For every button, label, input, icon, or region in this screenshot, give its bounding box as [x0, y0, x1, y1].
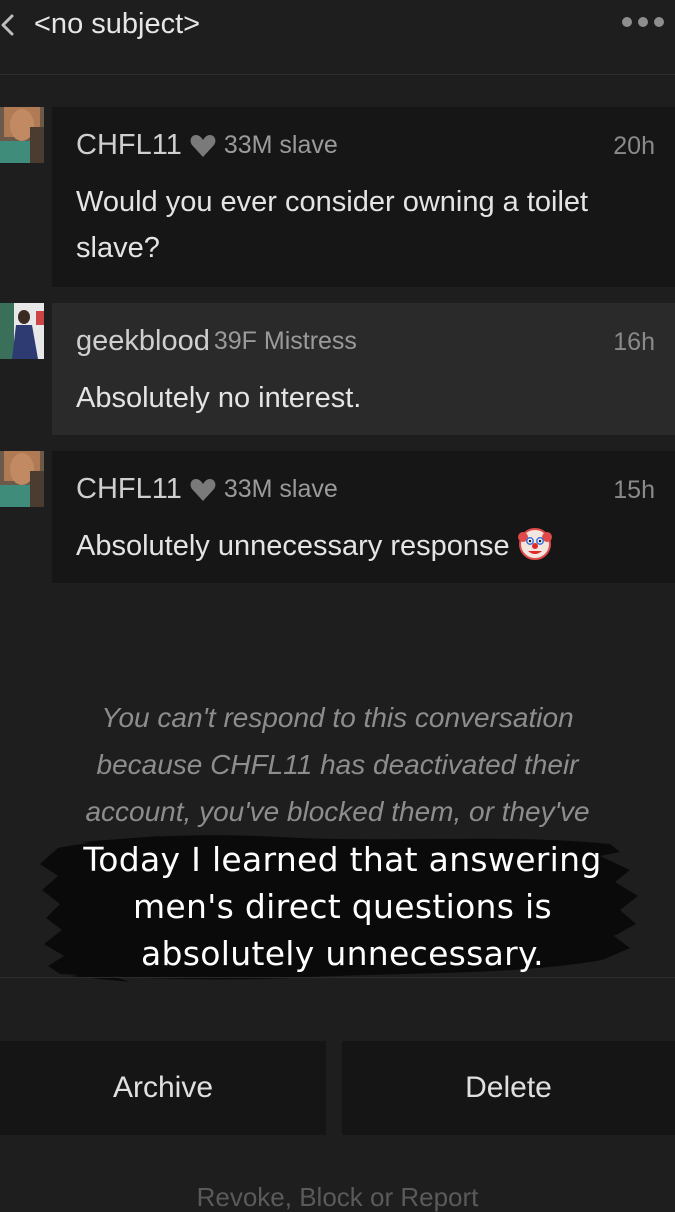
sender-avatar[interactable]: [0, 303, 44, 359]
message-text-content: Absolutely unnecessary response: [76, 530, 510, 562]
sender-username[interactable]: CHFL11: [76, 473, 182, 505]
overlay-caption: Today I learned that answering men's dir…: [40, 836, 645, 977]
revoke-block-report-link[interactable]: Revoke, Block or Report: [0, 1182, 675, 1212]
sender-username[interactable]: geekblood: [76, 325, 210, 357]
notice-line: You can't respond to this conversation: [101, 702, 574, 733]
sender-description: 33M slave: [223, 131, 338, 159]
message-meta: CHFL11 33M slave 20h: [76, 129, 655, 163]
caption-line: absolutely unnecessary.: [141, 934, 544, 973]
message-text: Absolutely unnecessary response: [76, 523, 655, 569]
delete-button[interactable]: Delete: [342, 1041, 675, 1135]
sender-avatar[interactable]: [0, 451, 44, 507]
conversation-header: <no subject>: [0, 0, 675, 75]
message-meta: geekblood 39F Mistress 16h: [76, 325, 655, 359]
sender-description: 39F Mistress: [213, 327, 357, 355]
caption-line: men's direct questions is: [132, 887, 553, 926]
message-card[interactable]: geekblood 39F Mistress 16h Absolutely no …: [52, 303, 675, 435]
message-card[interactable]: CHFL11 33M slave 20h Would you ever cons…: [52, 107, 675, 287]
sender-avatar[interactable]: [0, 107, 44, 163]
heart-shield-icon: [190, 478, 216, 501]
message-time: 15h: [613, 476, 655, 504]
divider: [0, 977, 675, 978]
sender-username[interactable]: CHFL11: [76, 129, 182, 161]
message-meta: CHFL11 33M slave 15h: [76, 473, 655, 507]
clown-face-icon: [517, 528, 552, 560]
message-time: 20h: [613, 132, 655, 160]
conversation-subject: <no subject>: [34, 8, 201, 40]
caption-line: Today I learned that answering: [83, 840, 602, 879]
archive-button[interactable]: Archive: [0, 1041, 326, 1135]
more-horizontal-icon[interactable]: [621, 14, 665, 30]
message-text: Absolutely no interest.: [76, 382, 362, 414]
message-time: 16h: [613, 328, 655, 356]
message-text: Would you ever consider owning a toilet …: [76, 186, 589, 264]
message-card[interactable]: CHFL11 33M slave 15h Absolutely unnecess…: [52, 451, 675, 583]
notice-line: because CHFL11 has deactivated their: [96, 749, 579, 780]
heart-shield-icon: [190, 134, 216, 157]
chevron-left-icon[interactable]: [0, 10, 18, 40]
sender-description: 33M slave: [223, 475, 338, 503]
conversation-notice: You can't respond to this conversation b…: [40, 694, 635, 835]
